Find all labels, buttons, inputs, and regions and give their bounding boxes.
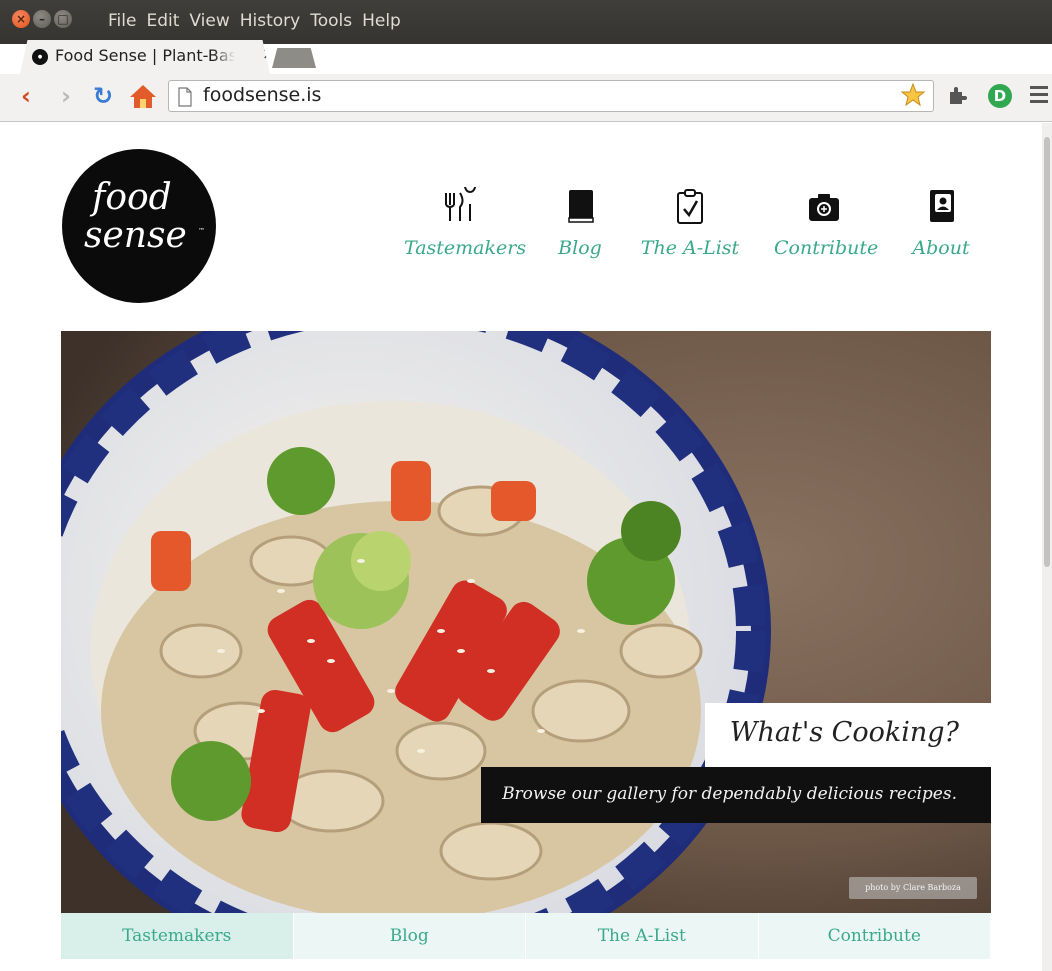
nav-label-contribute: Contribute bbox=[774, 237, 879, 259]
window-close-button[interactable]: × bbox=[12, 10, 30, 28]
book-icon bbox=[568, 190, 594, 223]
nav-label-about: About bbox=[912, 237, 970, 259]
page-scrollbar[interactable] bbox=[1042, 123, 1052, 971]
menu-bar: File Edit View History Tools Help bbox=[108, 10, 401, 32]
window-titlebar: × – □ File Edit View History Tools Help bbox=[0, 0, 1052, 44]
hero-food-photo bbox=[61, 331, 991, 913]
subnav-tab-contribute[interactable]: Contribute bbox=[758, 913, 991, 959]
page-viewport: food sense ™ Tastemakers Blog The A-List… bbox=[0, 123, 1042, 971]
nav-label-tastemakers: Tastemakers bbox=[404, 237, 527, 259]
menu-history[interactable]: History bbox=[240, 10, 300, 32]
site-logo[interactable]: food sense ™ bbox=[62, 149, 216, 303]
logo-text-sense: sense bbox=[84, 215, 187, 256]
browser-menu-icon[interactable] bbox=[1030, 86, 1048, 104]
camera-icon bbox=[809, 194, 839, 221]
extension-d-icon[interactable]: D bbox=[988, 84, 1012, 108]
hero-title-box: What's Cooking? bbox=[705, 703, 991, 767]
home-icon[interactable] bbox=[128, 82, 158, 110]
main-nav: Tastemakers Blog The A-List Contribute A… bbox=[392, 187, 992, 277]
menu-file[interactable]: File bbox=[108, 10, 136, 32]
window-maximize-button[interactable]: □ bbox=[54, 10, 72, 28]
clipboard-check-icon bbox=[677, 189, 703, 224]
subnav-tab-a-list[interactable]: The A-List bbox=[526, 913, 759, 959]
utensils-icon bbox=[445, 187, 476, 221]
extension-puzzle-icon[interactable] bbox=[946, 84, 968, 106]
reload-icon[interactable]: ↻ bbox=[90, 82, 116, 110]
menu-tools[interactable]: Tools bbox=[310, 10, 352, 32]
hero-title: What's Cooking? bbox=[729, 717, 959, 748]
page-icon bbox=[178, 87, 192, 107]
favicon-icon: ● bbox=[32, 49, 48, 65]
url-text: foodsense.is bbox=[203, 84, 322, 106]
address-bar[interactable]: foodsense.is bbox=[168, 80, 934, 112]
nav-label-blog: Blog bbox=[558, 237, 602, 259]
nav-item-tastemakers[interactable]: Tastemakers bbox=[404, 187, 527, 259]
hero-subtitle-box[interactable]: Browse our gallery for dependably delici… bbox=[481, 767, 991, 823]
browser-toolbar: ‹ › ↻ foodsense.is D bbox=[0, 74, 1052, 122]
window-minimize-button[interactable]: – bbox=[33, 10, 51, 28]
hero-subtitle: Browse our gallery for dependably delici… bbox=[502, 784, 957, 804]
browser-tab-active[interactable]: ● Food Sense | Plant-Based × bbox=[20, 40, 270, 74]
bookmark-star-icon[interactable] bbox=[900, 82, 926, 108]
subnav-tab-blog[interactable]: Blog bbox=[293, 913, 526, 959]
logo-trademark: ™ bbox=[198, 227, 205, 235]
menu-view[interactable]: View bbox=[189, 10, 229, 32]
nav-item-contribute[interactable]: Contribute bbox=[774, 187, 879, 259]
nav-item-about[interactable]: About bbox=[906, 187, 976, 259]
back-icon[interactable]: ‹ bbox=[14, 82, 38, 110]
menu-edit[interactable]: Edit bbox=[146, 10, 179, 32]
hero-banner[interactable]: What's Cooking? Browse our gallery for d… bbox=[61, 331, 991, 913]
tab-close-icon[interactable]: × bbox=[262, 44, 270, 63]
forward-icon[interactable]: › bbox=[54, 82, 78, 110]
nav-item-blog[interactable]: Blog bbox=[550, 187, 610, 259]
menu-help[interactable]: Help bbox=[362, 10, 401, 32]
hero-subnav: Tastemakers Blog The A-List Contribute bbox=[61, 913, 991, 959]
new-tab-button[interactable] bbox=[272, 48, 316, 68]
logo-text-food: food bbox=[92, 177, 172, 218]
nav-label-a-list: The A-List bbox=[640, 237, 740, 259]
nav-item-a-list[interactable]: The A-List bbox=[640, 187, 740, 259]
scrollbar-thumb[interactable] bbox=[1044, 137, 1050, 567]
photo-credit: photo by Clare Barboza bbox=[849, 877, 977, 899]
tab-title: Food Sense | Plant-Based bbox=[55, 46, 235, 65]
contact-book-icon bbox=[930, 190, 954, 222]
subnav-tab-tastemakers[interactable]: Tastemakers bbox=[61, 913, 294, 959]
